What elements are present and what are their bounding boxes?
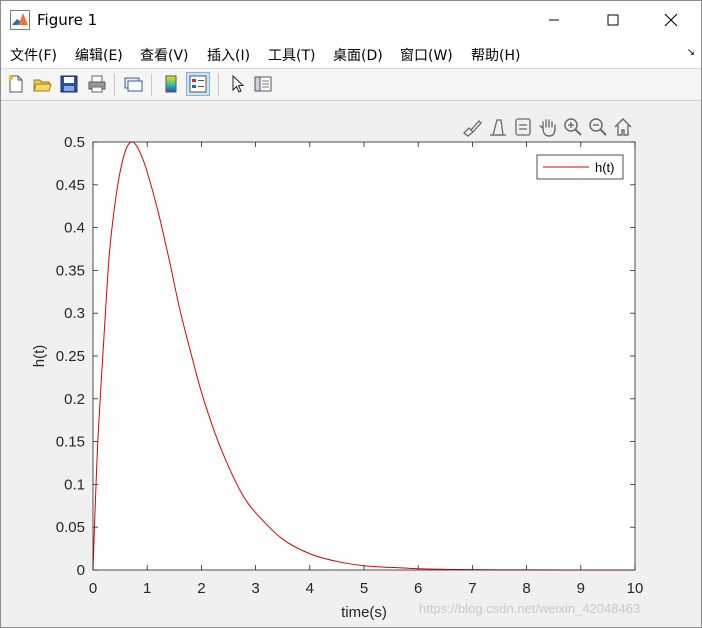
x-tick-label: 6 bbox=[414, 580, 422, 597]
y-tick-label: 0.3 bbox=[64, 305, 85, 322]
x-tick-label: 3 bbox=[251, 580, 259, 597]
y-tick-label: 0.15 bbox=[56, 434, 85, 451]
x-tick-label: 5 bbox=[360, 580, 368, 597]
y-tick-label: 0 bbox=[77, 562, 85, 579]
x-tick-label: 7 bbox=[468, 580, 476, 597]
x-tick-label: 9 bbox=[577, 580, 585, 597]
legend[interactable]: h(t) bbox=[536, 154, 624, 180]
legend-entry-label: h(t) bbox=[595, 160, 615, 175]
y-axis-label: h(t) bbox=[31, 345, 48, 368]
y-tick-label: 0.35 bbox=[56, 262, 85, 279]
x-axis-label: time(s) bbox=[341, 604, 387, 621]
y-tick-label: 0.05 bbox=[56, 519, 85, 536]
y-tick-label: 0.5 bbox=[64, 134, 85, 151]
x-tick-label: 1 bbox=[143, 580, 151, 597]
x-tick-label: 0 bbox=[89, 580, 97, 597]
x-tick-label: 2 bbox=[197, 580, 205, 597]
y-tick-label: 0.25 bbox=[56, 348, 85, 365]
x-tick-label: 4 bbox=[306, 580, 314, 597]
axes-background[interactable] bbox=[93, 142, 635, 570]
y-tick-label: 0.4 bbox=[64, 220, 85, 237]
y-tick-label: 0.45 bbox=[56, 177, 85, 194]
line-chart: 0 1 2 3 4 5 6 7 8 9 10 0 0.05 0.1 0.15 0.2 0.25 0.3 0.35 0.… bbox=[31, 134, 644, 621]
y-tick-label: 0.1 bbox=[64, 476, 85, 493]
x-tick-label: 8 bbox=[522, 580, 530, 597]
watermark-url: https://blog.csdn.net/weixin_42048463 bbox=[419, 601, 641, 616]
x-tick-label: 10 bbox=[627, 580, 644, 597]
figure-window: Figure 1 文件(F) 编辑(E) 查看(V) 插入(I) 工具(T) 桌… bbox=[0, 0, 702, 628]
y-tick-label: 0.2 bbox=[64, 391, 85, 408]
